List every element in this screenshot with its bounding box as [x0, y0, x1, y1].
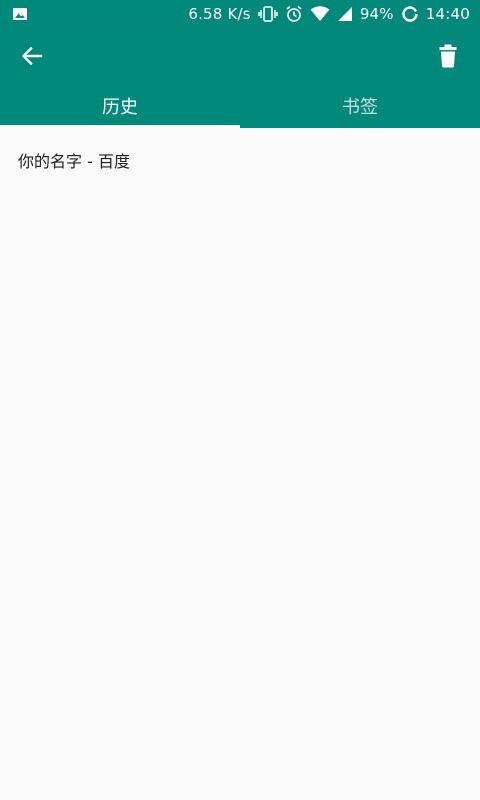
app-bar: 历史 书签 [0, 28, 480, 128]
delete-button[interactable] [430, 38, 466, 74]
alarm-icon [285, 5, 303, 23]
tab-bookmarks[interactable]: 书签 [240, 84, 480, 128]
tab-label: 书签 [342, 97, 378, 118]
status-right: 6.58 K/s 94% 14:40 [188, 0, 470, 28]
clock: 14:40 [425, 5, 470, 23]
battery-icon [401, 5, 419, 23]
signal-icon [337, 6, 353, 22]
history-list: 你的名字 - 百度 [0, 128, 480, 800]
arrow-back-icon [21, 45, 43, 67]
browser-history-screen: 6.58 K/s 94% 14:40 历史 书签 你的名字 - 百度 [0, 0, 480, 800]
history-item[interactable]: 你的名字 - 百度 [0, 142, 480, 178]
battery-percent: 94% [359, 5, 394, 23]
tab-label: 历史 [102, 97, 138, 118]
status-left [12, 6, 28, 22]
trash-icon [438, 44, 458, 68]
image-icon [12, 6, 28, 22]
tab-history[interactable]: 历史 [0, 84, 240, 128]
wifi-icon [310, 6, 330, 22]
back-button[interactable] [14, 38, 50, 74]
history-item-title: 你的名字 - 百度 [18, 152, 130, 171]
status-bar: 6.58 K/s 94% 14:40 [0, 0, 480, 28]
tab-bar: 历史 书签 [0, 84, 480, 128]
vibrate-icon [258, 6, 278, 22]
network-speed: 6.58 K/s [188, 5, 251, 23]
